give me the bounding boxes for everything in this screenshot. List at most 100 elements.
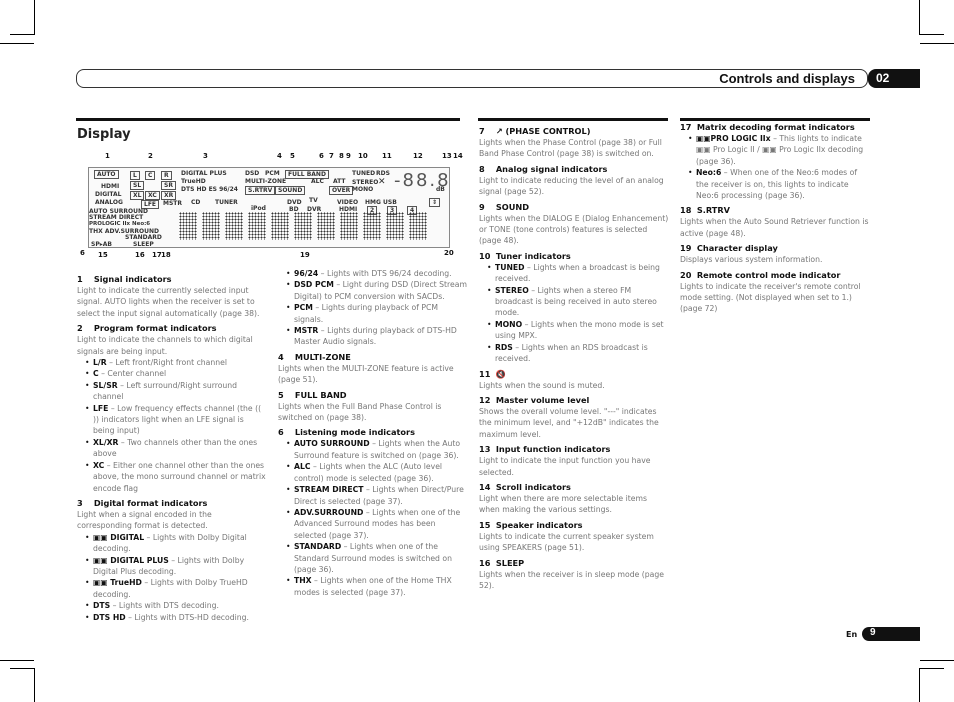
bullet-item: SL/SR – Left surround/Right surround cha… (85, 380, 267, 403)
item-description: Shows the overall volume level. "---" in… (479, 406, 659, 439)
item-title: Master volume level (493, 394, 590, 405)
bullet-item: XL/XR – Two channels other than the ones… (85, 437, 267, 460)
callout-number: 3 (203, 152, 208, 160)
item-number: 12 (479, 394, 491, 405)
bullet-text: – Lights during playback of DTS-HD Maste… (294, 326, 457, 347)
indicator-dts: DTS HD ES 96/24 (181, 186, 238, 193)
item-number: 10 (479, 250, 491, 261)
item-description: Light to indicate the input function you… (479, 456, 651, 477)
dot-matrix-char (202, 212, 220, 240)
item-title: Signal indicators (91, 274, 172, 284)
indicator-ch-sl: SL (130, 181, 145, 190)
bullet-item: RDS – Lights when an RDS broadcast is re… (487, 342, 669, 365)
item-title: ↗ (PHASE CONTROL) (493, 126, 591, 136)
item-number: 5 (278, 389, 284, 400)
item-description: Light to indicate the currently selected… (77, 286, 260, 318)
callout-number: 6 (319, 152, 324, 160)
callout-number: 20 (444, 249, 454, 257)
bullet-text: – Either one channel other than the ones… (93, 460, 266, 493)
bullet-term: ▣▣PRO LOGIC IIx (696, 134, 771, 143)
bullet-item: STEREO – Lights when a stereo FM broadca… (487, 285, 669, 319)
item-description: Lights to indicate the receiver's remote… (680, 281, 861, 314)
item-number: 6 (278, 427, 284, 438)
item-heading: 15 Speaker indicators (479, 519, 669, 531)
text-column-2: 96/24 – Lights with DTS 96/24 decoding.D… (278, 268, 468, 598)
crop-mark (0, 43, 34, 44)
bullet-list: AUTO SURROUND – Lights when the Auto Sur… (278, 438, 468, 598)
bullet-term: ALC (294, 462, 311, 472)
bullet-term: MSTR (294, 326, 319, 336)
bullet-item: LFE – Low frequency effects channel (the… (85, 403, 267, 437)
item-description: Light when there are more selectable ite… (479, 493, 647, 515)
item-heading: 7 ↗ (PHASE CONTROL) (479, 125, 669, 137)
item-title: Scroll indicators (493, 481, 571, 492)
item-title: Listening mode indicators (292, 427, 415, 438)
bullet-term: XL/XR (93, 437, 119, 447)
input-cd: CD (191, 199, 201, 206)
callout-number: 4 (277, 152, 282, 160)
bullet-item: STANDARD – Lights when one of the Standa… (286, 541, 468, 575)
indicator-digital-plus: DIGITAL PLUS (181, 170, 227, 177)
bullet-text: – Lights when an RDS broadcast is receiv… (495, 342, 648, 364)
bullet-item: ▣▣ TrueHD – Lights with Dolby TrueHD dec… (85, 577, 267, 600)
item-heading: 18 S.RTRV (680, 204, 870, 216)
bullet-text: – Lights during playback of PCM signals. (294, 303, 439, 324)
item-number: 4 (278, 351, 284, 362)
mute-icon: ✕ (378, 177, 386, 187)
item-number: 3 (77, 497, 83, 508)
bullet-item: DTS – Lights with DTS decoding. (85, 600, 267, 612)
callout-number: 18 (161, 251, 171, 259)
item-number: 20 (680, 269, 692, 280)
item-description: Lights when the sound is muted. (479, 380, 605, 390)
item-heading: 8 Analog signal indicators (479, 163, 669, 175)
section-rule (76, 118, 460, 121)
input-tuner: TUNER (215, 199, 238, 206)
item-number: 11 (479, 368, 491, 379)
page-number: 9 (862, 627, 920, 641)
bullet-term: PCM (294, 303, 313, 313)
indicator-mstr: MSTR (163, 200, 183, 207)
bullet-item: MONO – Lights when the mono mode is set … (487, 319, 669, 342)
crop-mark (919, 0, 920, 34)
callout-number: 9 (346, 152, 351, 160)
item-title: Speaker indicators (493, 519, 583, 530)
bullet-term: MONO (495, 319, 523, 329)
display-panel: AUTO HDMI DIGITAL ANALOG L C R SL SR XL … (88, 167, 450, 248)
section-rule (478, 118, 668, 121)
indicator-hdmi: HDMI (101, 183, 120, 190)
bullet-text: – When one of the Neo:6 modes of the rec… (696, 168, 858, 201)
dot-matrix-char (340, 212, 358, 240)
crop-mark (34, 0, 35, 34)
bullet-list: 96/24 – Lights with DTS 96/24 decoding.D… (278, 268, 468, 348)
indicator-sleep: SLEEP (133, 241, 154, 248)
indicator-sound: SOUND (275, 186, 306, 195)
dot-matrix-char (386, 212, 404, 240)
bullet-item: 96/24 – Lights with DTS 96/24 decoding. (286, 268, 468, 280)
item-heading: 14 Scroll indicators (479, 481, 669, 493)
dot-matrix-char (179, 212, 197, 240)
indicator-multizone: MULTI-ZONE (245, 178, 287, 185)
bullet-item: DSD PCM – Light during DSD (Direct Strea… (286, 279, 468, 302)
bullet-term: DSD PCM (294, 280, 334, 290)
item-title: S.RTRV (694, 205, 731, 216)
bullet-item: ADV.SURROUND – Lights when one of the Ad… (286, 507, 468, 541)
callout-number: 11 (382, 152, 392, 160)
item-heading: 20 Remote control mode indicator (680, 269, 870, 281)
item-title: Matrix decoding format indicators (694, 122, 855, 132)
item-description: Lights when the Full Band Phase Control … (278, 401, 442, 423)
item-title: Program format indicators (91, 323, 217, 334)
input-usb: USB (383, 199, 397, 206)
bullet-item: PCM – Lights during playback of PCM sign… (286, 302, 468, 325)
item-description: Light to indicate the channels to which … (77, 335, 253, 356)
indicator-stereo: STEREO (352, 179, 379, 186)
item-number: 1 (77, 274, 83, 284)
item-number: 2 (77, 323, 83, 334)
bullet-item: DTS HD – Lights with DTS-HD decoding. (85, 612, 267, 624)
bullet-text: – Lights with DTS decoding. (110, 601, 219, 611)
indicator-speaker: SP▸AB (91, 241, 112, 248)
indicator-rds: RDS (376, 170, 390, 177)
text-column-4: 17 Matrix decoding format indicators▣▣PR… (680, 118, 870, 315)
dot-matrix-char (271, 212, 289, 240)
item-title: Tuner indicators (493, 250, 571, 261)
item-description: Lights when the receiver is in sleep mod… (479, 569, 664, 590)
